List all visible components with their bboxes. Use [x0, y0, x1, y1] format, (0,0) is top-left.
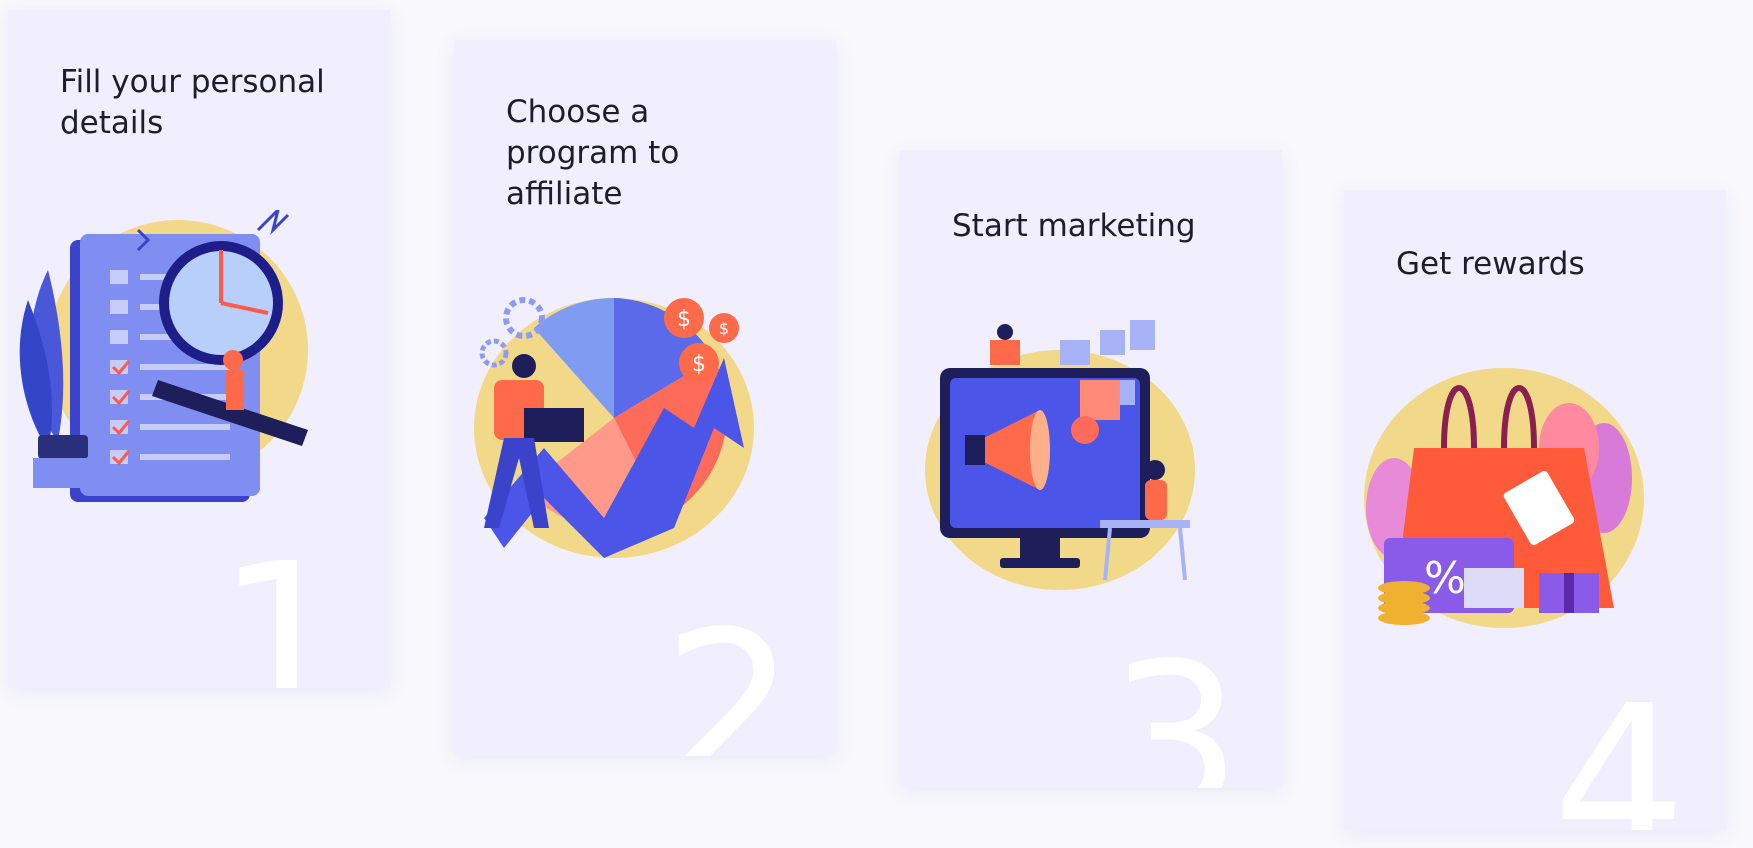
- step-number-1: 1: [216, 518, 350, 689]
- shopping-bag-rewards-icon: %: [1364, 368, 1644, 628]
- step-number-2: 2: [662, 586, 796, 757]
- step-card-2: Choose a program to affiliate $ $ $ 2: [454, 40, 836, 756]
- step-number-4: 4: [1552, 660, 1686, 831]
- step-card-4: Get rewards % 4: [1344, 190, 1726, 830]
- pie-chart-growth-icon: $ $ $: [474, 297, 754, 558]
- step-card-1: Fill your personal details 1: [8, 10, 390, 688]
- step-title-4: Get rewards: [1396, 246, 1585, 282]
- step-number-3: 3: [1108, 618, 1242, 789]
- step-card-3: Start marketing 3: [900, 150, 1282, 788]
- checklist-clock-icon: [19, 210, 308, 502]
- step-title-2: Choose a program to affiliate: [506, 94, 680, 212]
- svg-text:%: %: [1424, 553, 1466, 604]
- step-title-1: Fill your personal details: [60, 64, 325, 141]
- svg-text:$: $: [719, 319, 729, 338]
- step-title-3: Start marketing: [952, 208, 1196, 244]
- megaphone-monitor-icon: [925, 320, 1195, 590]
- svg-text:$: $: [692, 352, 706, 377]
- svg-text:$: $: [677, 307, 691, 332]
